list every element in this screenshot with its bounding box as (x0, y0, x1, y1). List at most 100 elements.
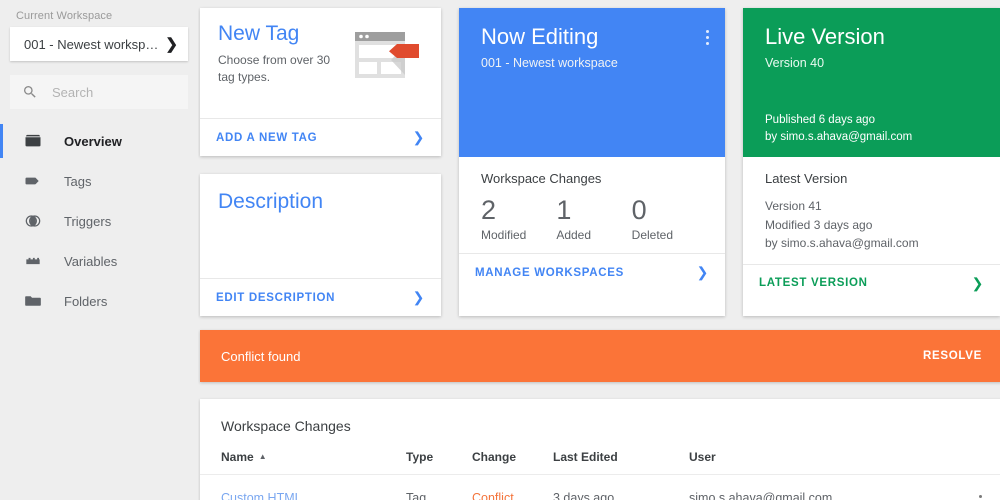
stat-deleted: 0 Deleted (631, 195, 707, 243)
new-tag-body: New Tag Choose from over 30 tag types. (200, 8, 441, 118)
new-tag-title: New Tag (218, 22, 300, 45)
edit-description-label: EDIT DESCRIPTION (216, 291, 336, 304)
latest-version-modified: Modified 3 days ago (765, 217, 873, 232)
sidebar-item-variables-label: Variables (64, 253, 118, 269)
new-tag-text: New Tag Choose from over 30 tag types. (218, 22, 353, 108)
table-header-row: Name ▲ Type Change Last Edited User (200, 450, 1000, 475)
description-body: Description (200, 174, 441, 278)
row-name-cell: Custom HTML (200, 474, 406, 500)
live-version-subtitle: Version 40 (765, 56, 825, 71)
folder-icon (23, 291, 45, 311)
stat-deleted-label: Deleted (631, 228, 674, 243)
stat-modified: 2 Modified (481, 195, 556, 243)
overview-cards-row: New Tag Choose from over 30 tag types. A… (200, 8, 1000, 316)
left-cards-column: New Tag Choose from over 30 tag types. A… (200, 8, 441, 316)
workspace-changes-title: Workspace Changes (481, 171, 602, 186)
sidebar-item-overview[interactable]: Overview (0, 121, 198, 161)
row-overflow-menu-icon[interactable] (978, 495, 982, 500)
row-actions-cell (958, 474, 1000, 500)
now-editing-title: Now Editing (481, 24, 599, 49)
sidebar-item-overview-label: Overview (64, 133, 122, 149)
column-header-name-label: Name (221, 450, 254, 464)
latest-version-number: Version 41 (765, 199, 822, 213)
table-row[interactable]: Custom HTML Tag Conflict 3 days ago simo… (200, 474, 1000, 500)
chevron-right-icon: ❯ (412, 129, 425, 145)
column-header-change[interactable]: Change (472, 450, 553, 475)
conflict-message: Conflict found (221, 348, 301, 364)
tag-icon (23, 171, 45, 191)
column-header-actions (958, 450, 1000, 475)
sidebar-item-triggers-label: Triggers (64, 213, 112, 229)
workspace-selector[interactable]: 001 - Newest workspace ❯ (10, 27, 188, 61)
row-last-edited-cell: 3 days ago (553, 474, 689, 500)
add-a-new-tag-label: ADD A NEW TAG (216, 131, 318, 144)
search-input[interactable]: Search (10, 75, 188, 109)
now-editing-overflow-menu-icon[interactable] (704, 28, 711, 47)
latest-version-button[interactable]: LATEST VERSION ❯ (743, 263, 1000, 302)
new-tag-subtitle: Choose from over 30 tag types. (218, 53, 331, 85)
sort-asc-icon: ▲ (258, 452, 267, 461)
sidebar-item-variables[interactable]: Variables (0, 241, 198, 281)
sidebar: Current Workspace 001 - Newest workspace… (0, 0, 198, 500)
search-placeholder: Search (52, 84, 94, 100)
triggers-icon (23, 211, 45, 231)
live-version-card: Live Version Version 40 Published 6 days… (743, 8, 1000, 316)
main-content: New Tag Choose from over 30 tag types. A… (198, 0, 1000, 500)
live-version-header: Live Version Version 40 Published 6 days… (743, 8, 1000, 157)
now-editing-header: Now Editing 001 - Newest workspace (459, 8, 725, 157)
latest-version-body: Latest Version Version 41 Modified 3 day… (743, 157, 1000, 264)
latest-version-author: by simo.s.ahava@gmail.com (765, 236, 919, 251)
manage-workspaces-button[interactable]: MANAGE WORKSPACES ❯ (459, 253, 725, 291)
live-version-author: by simo.s.ahava@gmail.com (765, 130, 913, 143)
now-editing-subtitle: 001 - Newest workspace (481, 56, 618, 71)
stat-added-label: Added (556, 228, 592, 243)
sidebar-item-triggers[interactable]: Triggers (0, 201, 198, 241)
latest-version-action-label: LATEST VERSION (759, 277, 868, 290)
sidebar-item-tags[interactable]: Tags (0, 161, 198, 201)
chevron-right-icon: ❯ (165, 35, 178, 53)
workspace-changes-table-title: Workspace Changes (221, 418, 351, 434)
live-version-meta: Published 6 days ago by simo.s.ahava@gma… (765, 112, 986, 158)
table-body: Custom HTML Tag Conflict 3 days ago simo… (200, 474, 1000, 500)
chevron-right-icon: ❯ (696, 264, 709, 281)
new-tag-card: New Tag Choose from over 30 tag types. A… (200, 8, 441, 156)
column-header-last-edited[interactable]: Last Edited (553, 450, 689, 475)
workspace-changes-stats: 2 Modified 1 Added 0 Deleted (481, 195, 707, 243)
stat-deleted-value: 0 (631, 195, 647, 225)
edit-description-button[interactable]: EDIT DESCRIPTION ❯ (200, 278, 441, 316)
resolve-button[interactable]: RESOLVE (923, 350, 982, 362)
latest-version-meta: Version 41 Modified 3 days ago by simo.s… (765, 197, 982, 253)
current-workspace-label: Current Workspace (16, 10, 113, 22)
row-change-cell: Conflict (472, 474, 553, 500)
sidebar-item-folders-label: Folders (64, 293, 108, 309)
stat-modified-value: 2 (481, 195, 497, 225)
description-title: Description (218, 190, 324, 213)
overview-icon (23, 131, 45, 151)
add-a-new-tag-button[interactable]: ADD A NEW TAG ❯ (200, 118, 441, 156)
sidebar-nav: Overview Tags Triggers Variables Folders (0, 121, 198, 321)
now-editing-card: Now Editing 001 - Newest workspace Works… (459, 8, 725, 316)
chevron-right-icon: ❯ (971, 274, 984, 291)
table-head: Name ▲ Type Change Last Edited User (200, 450, 1000, 475)
latest-version-title: Latest Version (765, 171, 848, 186)
row-name-link[interactable]: Custom HTML (221, 491, 302, 500)
row-user-cell: simo.s.ahava@gmail.com (689, 474, 958, 500)
workspace-selector-name: 001 - Newest workspace (24, 36, 166, 52)
chevron-right-icon: ❯ (412, 289, 425, 305)
variables-icon (23, 251, 45, 271)
sidebar-item-folders[interactable]: Folders (0, 281, 198, 321)
row-type-cell: Tag (406, 474, 472, 500)
column-header-user[interactable]: User (689, 450, 958, 475)
stat-added-value: 1 (556, 195, 572, 225)
column-header-name[interactable]: Name ▲ (200, 450, 406, 475)
column-header-type[interactable]: Type (406, 450, 472, 475)
conflict-banner: Conflict found RESOLVE (200, 330, 1000, 382)
stat-added: 1 Added (556, 195, 631, 243)
live-version-published: Published 6 days ago (765, 113, 875, 126)
workspace-changes-table: Name ▲ Type Change Last Edited User Custo… (200, 450, 1000, 500)
new-tag-illustration-icon (353, 28, 425, 108)
workspace-changes-table-card: Workspace Changes Name ▲ Type Change Last… (200, 399, 1000, 500)
description-card: Description EDIT DESCRIPTION ❯ (200, 174, 441, 316)
stat-modified-label: Modified (481, 228, 527, 243)
workspace-changes-summary: Workspace Changes 2 Modified 1 Added 0 D (459, 157, 725, 253)
